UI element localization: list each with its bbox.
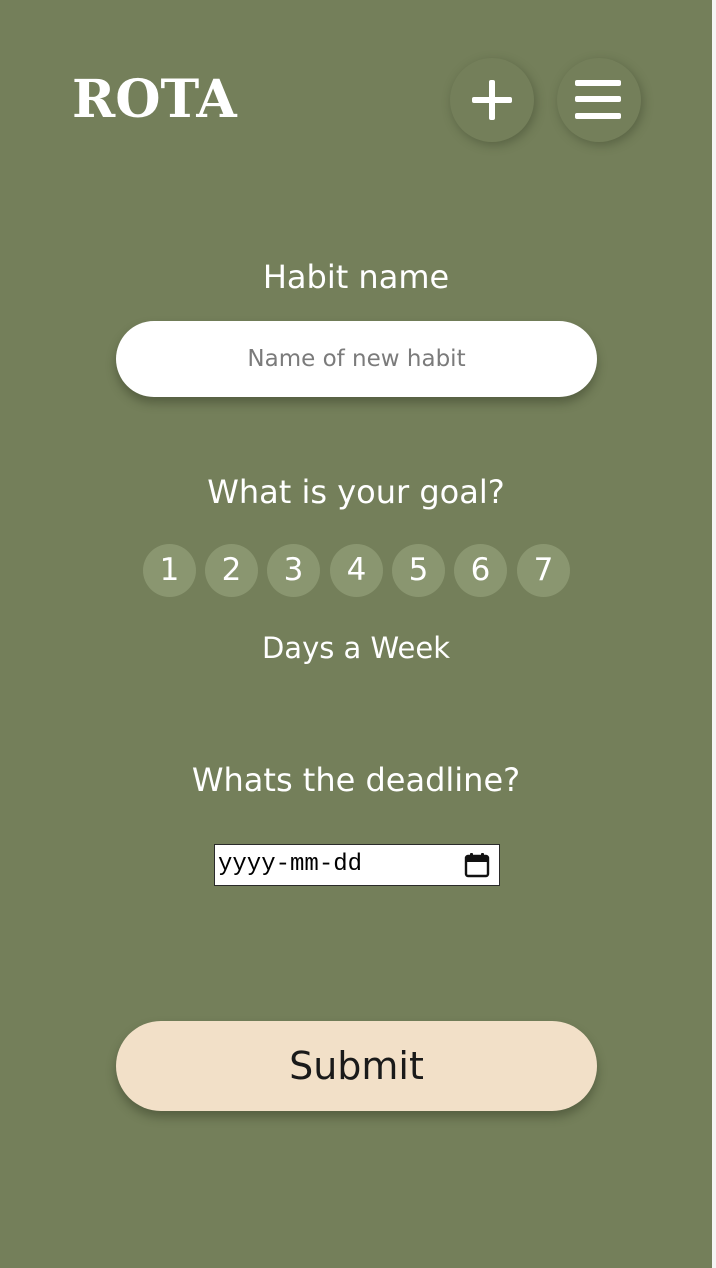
submit-button[interactable]: Submit [116, 1021, 597, 1111]
goal-option-3[interactable]: 3 [267, 544, 320, 597]
goal-question: What is your goal? [207, 473, 505, 511]
menu-button[interactable] [557, 58, 641, 142]
add-habit-button[interactable] [450, 58, 534, 142]
goal-option-5[interactable]: 5 [392, 544, 445, 597]
date-placeholder: yyyy-mm-dd [218, 851, 363, 878]
habit-name-input[interactable] [116, 321, 597, 397]
goal-option-7[interactable]: 7 [517, 544, 570, 597]
habit-name-label: Habit name [262, 258, 450, 296]
goal-option-1[interactable]: 1 [143, 544, 196, 597]
deadline-date-input[interactable]: yyyy-mm-dd [214, 844, 500, 886]
brand-logo[interactable]: ROTA [72, 62, 237, 138]
deadline-question: Whats the deadline? [191, 761, 521, 799]
plus-icon [472, 80, 512, 120]
goal-option-6[interactable]: 6 [454, 544, 507, 597]
hamburger-menu-icon [575, 80, 621, 119]
goal-option-2[interactable]: 2 [205, 544, 258, 597]
calendar-icon[interactable] [463, 851, 491, 879]
app-screen: ROTA Habit name What is your goal? 1 2 3… [0, 0, 712, 1268]
scrollbar-edge [712, 0, 716, 1268]
days-a-week-label: Days a Week [261, 631, 451, 665]
goal-option-4[interactable]: 4 [330, 544, 383, 597]
